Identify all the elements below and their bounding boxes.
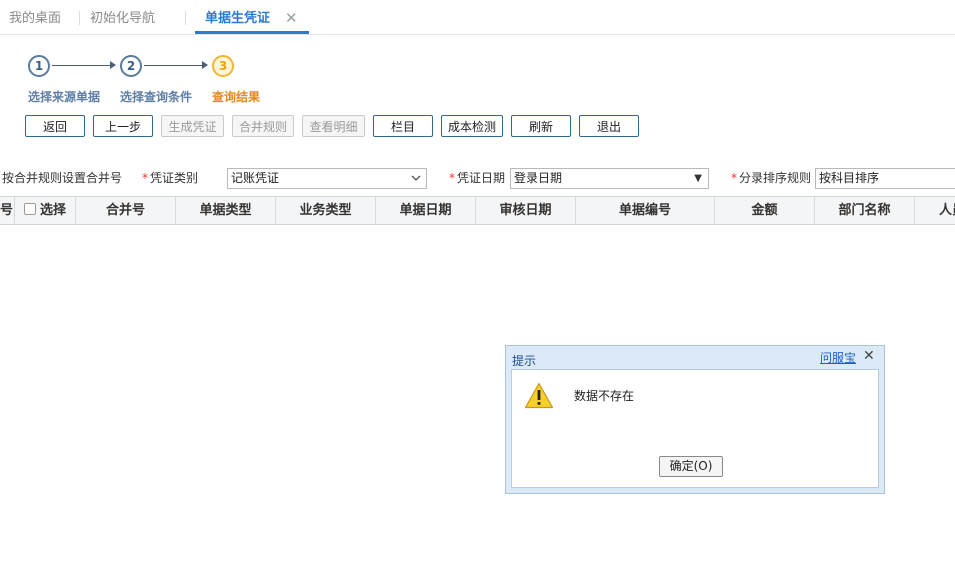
sort-rule-label: * 分录排序规则 <box>731 169 811 186</box>
arrow-right-icon <box>110 61 116 69</box>
step-connector <box>144 65 202 66</box>
help-link[interactable]: 问服宝 <box>820 349 856 366</box>
prev-step-button[interactable]: 上一步 <box>93 115 153 137</box>
triangle-down-icon: ▼ <box>694 173 702 184</box>
step-connector <box>52 65 110 66</box>
voucher-type-value: 记账凭证 <box>231 171 280 185</box>
exit-button[interactable]: 退出 <box>579 115 639 137</box>
required-mark: * <box>731 171 737 185</box>
col-header-select[interactable]: 选择 <box>15 197 76 224</box>
step-1-label: 选择来源单据 <box>28 90 101 104</box>
select-all-checkbox[interactable] <box>23 203 36 215</box>
tab-divider <box>185 11 186 25</box>
merge-by-rule-label[interactable]: 按合并规则设置合并号 <box>2 169 122 186</box>
voucher-type-select[interactable]: 记账凭证 <box>227 168 427 189</box>
step-3-circle: 3 <box>212 55 234 77</box>
sort-rule-value: 按科目排序 <box>819 171 880 185</box>
col-header-amount[interactable]: 金额 <box>715 197 815 224</box>
step-3-label: 查询结果 <box>212 90 261 104</box>
refresh-button[interactable]: 刷新 <box>511 115 571 137</box>
step-2-label: 选择查询条件 <box>120 90 193 104</box>
warning-icon <box>524 382 554 412</box>
required-mark: * <box>449 171 455 185</box>
voucher-date-text: 凭证日期 <box>457 171 506 185</box>
col-header-doc-date[interactable]: 单据日期 <box>376 197 476 224</box>
dialog-title: 提示 <box>512 354 537 368</box>
sort-rule-text: 分录排序规则 <box>739 171 812 185</box>
alert-dialog: 提示 问服宝 ✕ 数据不存在 确定(O) <box>505 345 885 494</box>
col-header-dept[interactable]: 部门名称 <box>815 197 915 224</box>
back-button[interactable]: 返回 <box>25 115 85 137</box>
required-mark: * <box>142 171 148 185</box>
active-tab-underline <box>195 31 309 34</box>
step-1-circle: 1 <box>28 55 50 77</box>
dialog-message: 数据不存在 <box>574 389 635 403</box>
generate-voucher-button[interactable]: 生成凭证 <box>161 115 224 137</box>
tab-init-nav[interactable]: 初始化导航 <box>90 0 155 33</box>
voucher-date-select[interactable]: 登录日期 ▼ <box>510 168 709 189</box>
voucher-date-label: * 凭证日期 <box>449 169 505 186</box>
close-icon[interactable]: ✕ <box>863 348 875 364</box>
tab-doc-to-voucher[interactable]: 单据生凭证 ✕ <box>195 0 309 34</box>
merge-rule-button[interactable]: 合并规则 <box>232 115 294 137</box>
dialog-body: 数据不存在 确定(O) <box>511 369 879 488</box>
voucher-date-value: 登录日期 <box>514 171 563 185</box>
col-header-person[interactable]: 人员 <box>915 197 955 224</box>
sort-rule-select[interactable]: 按科目排序 <box>815 168 955 189</box>
select-label: 选择 <box>39 203 66 218</box>
col-header-audit-date[interactable]: 审核日期 <box>476 197 576 224</box>
col-header-merge-no[interactable]: 合并号 <box>76 197 176 224</box>
voucher-type-text: 凭证类别 <box>150 171 199 185</box>
col-header-doc-type[interactable]: 单据类型 <box>176 197 276 224</box>
col-header-index: 号 <box>0 197 15 224</box>
columns-button[interactable]: 栏目 <box>373 115 433 137</box>
arrow-right-icon <box>202 61 208 69</box>
tab-divider <box>79 11 80 25</box>
view-detail-button[interactable]: 查看明细 <box>302 115 365 137</box>
step-2-circle: 2 <box>120 55 142 77</box>
tab-my-desktop[interactable]: 我的桌面 <box>9 0 61 33</box>
chevron-down-icon <box>409 169 423 194</box>
voucher-type-label: * 凭证类别 <box>142 169 198 186</box>
ok-button[interactable]: 确定(O) <box>659 456 723 477</box>
col-header-biz-type[interactable]: 业务类型 <box>276 197 376 224</box>
col-header-doc-no[interactable]: 单据编号 <box>576 197 715 224</box>
cost-check-button[interactable]: 成本检测 <box>441 115 503 137</box>
table-header: 号 选择 合并号 单据类型 业务类型 单据日期 审核日期 单据编号 金额 部门名… <box>0 196 955 225</box>
tab-bar: 我的桌面 初始化导航 单据生凭证 ✕ <box>0 0 955 35</box>
